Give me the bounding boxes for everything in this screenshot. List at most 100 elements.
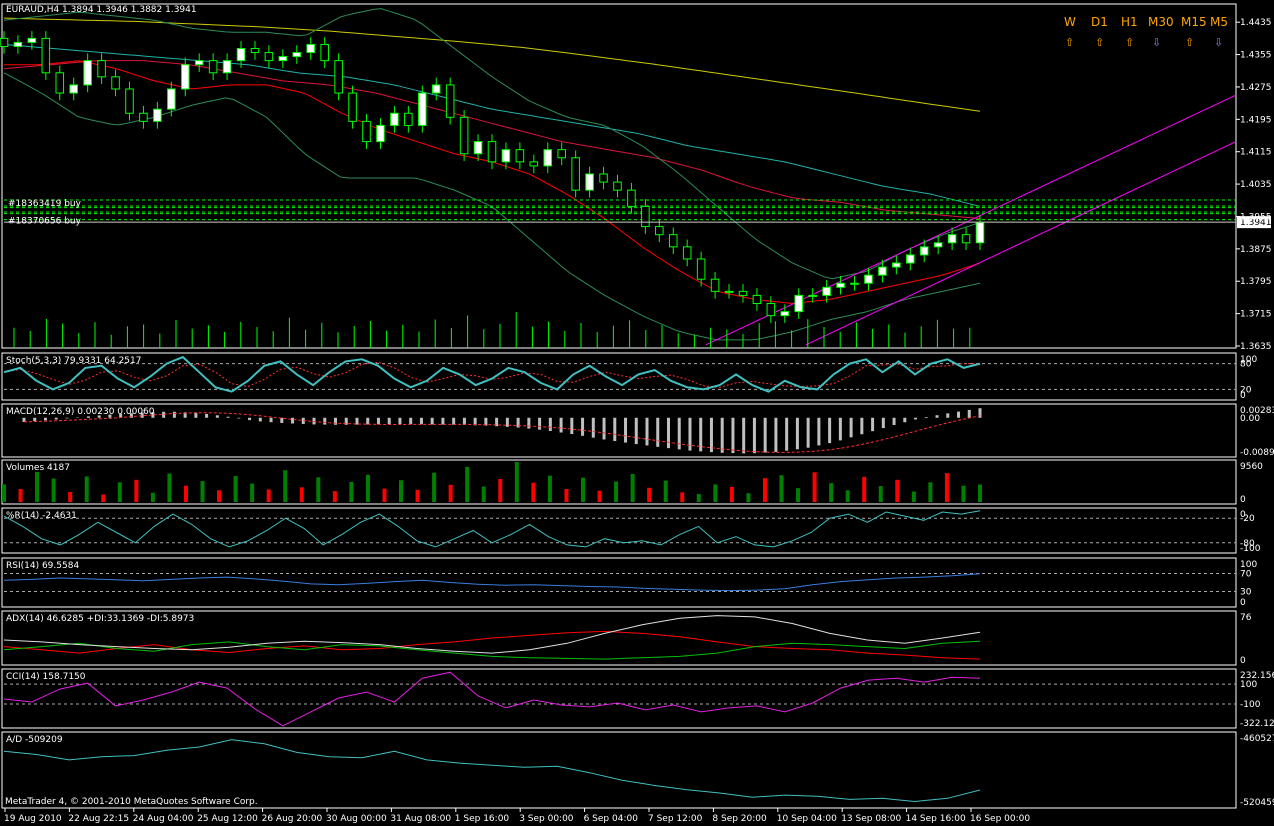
tick-label-rsi: 0 [1240,598,1246,608]
candle-body [961,234,971,244]
candle-body [975,222,985,244]
ma-long-line [3,17,981,112]
tick-label-macd: -0.00895 [1240,448,1274,458]
candle-body [208,60,218,74]
candle [487,134,497,170]
candle-body [906,254,915,264]
candle [780,304,790,323]
candle-body [892,262,901,268]
candle [139,105,148,129]
candle [264,45,274,68]
candle-body [153,108,162,122]
candle [418,85,427,133]
candle-body [682,246,692,260]
candle [445,77,455,125]
candle [55,65,65,101]
price-tick-label: 1.4275 [1240,83,1272,93]
pane-label-adx: ADX(14) 46.6285 +DI:33.1369 -DI:5.8973 [6,614,194,624]
candle [473,134,483,162]
candle-body [878,266,887,276]
candle-body [167,88,176,110]
ma-slow-line [3,44,981,207]
candle-body [111,76,120,90]
candle-body [390,112,399,126]
candle-body [0,37,9,47]
timeframe-label-d1: D1 [1091,15,1108,29]
candle-body [473,141,483,155]
candle-body [180,64,190,90]
candle [850,275,859,291]
timeframe-label-h1: H1 [1121,15,1138,29]
pane-frame-macd [1,403,1237,458]
tick-label-adx: 76 [1240,613,1252,623]
candle-body [487,141,497,163]
tick-label-volumes: 9560 [1240,462,1263,472]
pane-label-ad: A/D -509209 [6,735,63,745]
candle [613,174,622,198]
time-tick-label: 22 Aug 22:15 [68,814,129,824]
tick-label-ad: -520459 [1240,798,1274,808]
candle-body [501,149,511,163]
time-tick-label: 14 Sep 16:00 [906,814,966,824]
candle [906,247,915,271]
candle [0,31,9,54]
candle-body [362,120,371,143]
pane-frames [1,3,1237,809]
candle-body [445,84,455,118]
candle-body [529,161,539,167]
time-tick-label: 1 Sep 16:00 [455,814,510,824]
indicator-panes[interactable]: Stoch(5,3,3) 79.9331 64.2517 MACD(12,26,9… [2,355,1236,803]
timeframe-label-m15: M15 [1181,15,1207,29]
candle-body [724,290,734,293]
candle-body [543,149,553,167]
axis-labels: 1.4435 1.4355 1.4275 1.4195 1.4115 1.4035 1.39… [4,18,1274,824]
candle [222,53,232,81]
candle [529,154,539,174]
candle-body [27,37,37,43]
candle-body [125,88,134,114]
candle [83,53,92,93]
tick-label-adx: 0 [1240,656,1246,666]
candle-body [752,294,762,304]
down-arrow-icon: ⇩ [1152,36,1162,49]
candle-body [236,48,246,62]
pane-label-volumes: Volumes 4187 [6,463,70,473]
candle [334,53,343,101]
candle [153,101,162,129]
candle-body [710,278,720,292]
up-arrow-icon: ⇧ [1125,36,1135,49]
candle-body [668,234,678,248]
tick-label-wpr: -100 [1240,544,1261,554]
candle [655,219,664,242]
candle [431,77,441,101]
tick-label-cci: -100 [1240,700,1261,710]
candle-body [822,286,831,296]
pane-frame-rsi [1,557,1237,608]
candle [682,239,692,267]
time-tick-label: 30 Aug 00:00 [326,814,387,824]
candle-body [41,37,51,74]
candle-body [431,84,441,94]
candle-body [334,60,343,94]
candle-body [599,173,608,183]
candle-body [641,205,650,228]
tick-label-cci: -322.126 [1240,719,1274,729]
stoch-main-line [3,355,981,393]
candle-body [55,72,65,94]
candle-body [836,282,845,288]
time-tick-label: 16 Sep 00:00 [970,814,1030,824]
candle [710,271,720,299]
time-tick-label: 3 Sep 00:00 [519,814,574,824]
candle [836,275,845,295]
price-tick-label: 1.3715 [1240,310,1272,320]
candle-body [83,60,92,86]
time-tick-label: 10 Sep 04:00 [777,814,837,824]
channel-lower-line [805,141,1237,346]
candle [961,227,971,251]
timeframe-label-m5: M5 [1210,15,1228,29]
time-tick-label: 25 Aug 12:00 [197,814,258,824]
main-price-pane[interactable]: 1.3941#18363419 buy#18370656 buy [0,8,1272,348]
pane-frame-wpr [1,507,1237,554]
time-tick-label: 7 Sep 12:00 [648,814,703,824]
candle-body [585,173,594,191]
